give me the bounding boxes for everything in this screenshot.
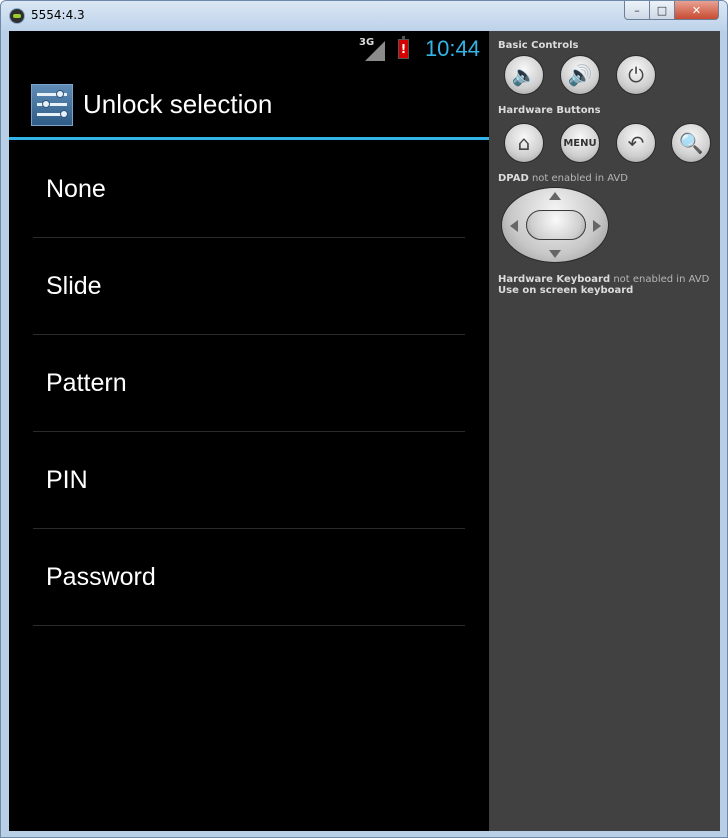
android-emulator-icon <box>9 8 25 24</box>
dpad-up-icon[interactable] <box>549 192 561 200</box>
settings-sliders-icon[interactable] <box>31 84 73 126</box>
dpad-right-icon[interactable] <box>593 220 601 232</box>
list-item-pin[interactable]: PIN <box>33 432 465 529</box>
dpad-center-button[interactable] <box>526 210 586 240</box>
list-item-password[interactable]: Password <box>33 529 465 626</box>
back-icon: ↶ <box>627 131 645 155</box>
keyboard-title: Hardware Keyboard <box>498 274 611 285</box>
list-item-none[interactable]: None <box>33 141 465 238</box>
list-item-slide[interactable]: Slide <box>33 238 465 335</box>
onscreen-keyboard-label: Use on screen keyboard <box>498 285 634 296</box>
back-button[interactable]: ↶ <box>616 123 656 163</box>
window-controls: – □ ✕ <box>624 1 719 21</box>
status-time: 10:44 <box>424 36 480 61</box>
volume-up-icon: 🔊 <box>567 63 593 87</box>
list-item-label: Slide <box>46 272 102 300</box>
slider-knob <box>56 90 64 98</box>
minimize-button[interactable]: – <box>624 1 650 20</box>
maximize-button[interactable]: □ <box>650 1 675 20</box>
dpad-left-icon[interactable] <box>510 220 518 232</box>
signal-strength-icon <box>365 41 385 61</box>
list-item-pattern[interactable]: Pattern <box>33 335 465 432</box>
page-title: Unlock selection <box>83 89 273 119</box>
list-item-label: Password <box>46 563 156 591</box>
hardware-keyboard-label: Hardware Keyboard not enabled in AVD <box>498 274 709 285</box>
power-icon: ⏻ <box>628 63 644 87</box>
menu-button[interactable]: MENU <box>560 123 600 163</box>
home-button[interactable]: ⌂ <box>504 123 544 163</box>
keyboard-note: not enabled in AVD <box>610 274 710 285</box>
list-item-label: PIN <box>46 466 88 494</box>
battery-alert-icon <box>398 36 409 59</box>
status-bar: 3G 10:44 <box>9 31 489 69</box>
unlock-options-list: None Slide Pattern PIN Password <box>9 141 489 626</box>
volume-down-icon: 🔈 <box>511 63 537 87</box>
basic-controls-label: Basic Controls <box>498 40 579 51</box>
volume-up-button[interactable]: 🔊 <box>560 55 600 95</box>
list-item-label: Pattern <box>46 369 127 397</box>
dpad-note: not enabled in AVD <box>528 173 628 184</box>
action-bar-divider <box>9 137 489 140</box>
action-bar: Unlock selection <box>9 69 489 137</box>
dpad-title: DPAD <box>498 173 529 184</box>
volume-down-button[interactable]: 🔈 <box>504 55 544 95</box>
close-button[interactable]: ✕ <box>675 1 719 20</box>
device-screen: 3G 10:44 Unlock selection None Slide Pat… <box>9 31 489 831</box>
dpad-label: DPAD not enabled in AVD <box>498 173 628 184</box>
slider-knob <box>42 100 50 108</box>
home-icon: ⌂ <box>517 131 531 155</box>
slider-knob <box>60 110 68 118</box>
power-button[interactable]: ⏻ <box>616 55 656 95</box>
search-icon: 🔍 <box>678 131 704 155</box>
emulator-window: 5554:4.3 – □ ✕ 3G 10:44 Unlock <box>0 0 728 838</box>
list-item-label: None <box>46 175 106 203</box>
window-title: 5554:4.3 <box>31 8 85 22</box>
signal-icon: 3G <box>359 37 393 61</box>
hardware-buttons-label: Hardware Buttons <box>498 105 601 116</box>
dpad-down-icon[interactable] <box>549 250 561 258</box>
emulator-controls-panel: Basic Controls 🔈 🔊 ⏻ Hardware Buttons ⌂ … <box>489 31 720 831</box>
search-button[interactable]: 🔍 <box>671 123 711 163</box>
dpad-control[interactable] <box>501 187 609 263</box>
title-bar[interactable]: 5554:4.3 – □ ✕ <box>1 1 727 31</box>
